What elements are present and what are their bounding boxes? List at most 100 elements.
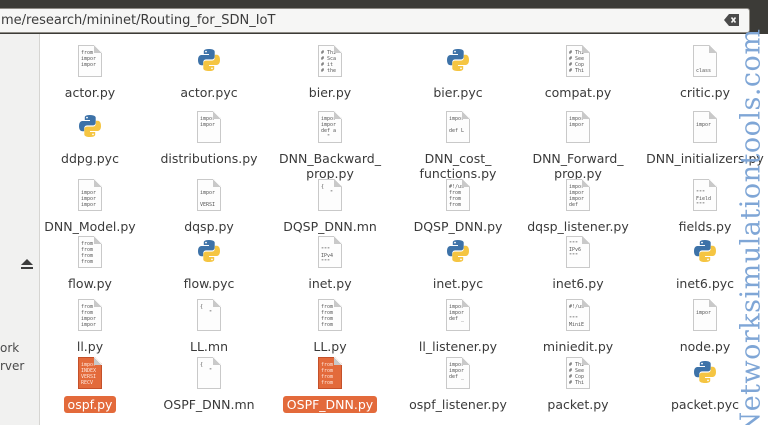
file-name-label: DNN_Model.py (44, 219, 136, 234)
file-item[interactable]: impor impor def a " DNN_Backward_ prop.py (270, 108, 390, 181)
text-file-icon: # Thi # See # Cop # Thi (563, 354, 593, 394)
file-name-label: inet.pyc (432, 276, 484, 291)
file-item[interactable]: from from from from LL.py (270, 296, 390, 354)
file-preview-text: impor impor def _ (449, 304, 465, 322)
file-name-label: DQSP_DNN.py (413, 219, 503, 234)
file-preview-text: # Thi # See # Cop # Thi (569, 50, 585, 74)
file-item[interactable]: flow.pyc (149, 233, 269, 291)
file-item[interactable]: { " DQSP_DNN.mn (270, 176, 390, 234)
file-name-label: inet.py (308, 276, 352, 291)
watermark: Networksimulationtools.com (735, 28, 767, 425)
file-item[interactable]: """ IPv6 """ inet6.py (518, 233, 638, 291)
text-file-icon: #!/us """ MiniE (563, 296, 593, 336)
file-name-label: compat.py (544, 85, 612, 100)
file-item[interactable]: """ IPv4 """ inet.py (270, 233, 390, 291)
file-item[interactable]: from from from from flow.py (41, 233, 150, 291)
file-name-label: flow.py (68, 276, 112, 291)
file-name-label: actor.py (64, 85, 116, 100)
text-file-icon: from from from from (75, 233, 105, 273)
text-file-icon: { " (194, 296, 224, 336)
file-item[interactable]: bier.pyc (398, 42, 518, 100)
file-name-label: ospf_listener.py (409, 397, 507, 412)
file-item[interactable]: # Thi # See # Cop # Thi compat.py (518, 42, 638, 100)
python-logo-icon (690, 233, 720, 273)
python-logo-icon (194, 42, 224, 82)
python-logo-icon (443, 233, 473, 273)
file-item[interactable]: from impor impor actor.py (41, 42, 150, 100)
file-preview-text: """ Field """ (696, 190, 712, 208)
text-file-icon: { " (194, 354, 224, 394)
text-file-icon: from from impor impor (75, 296, 105, 336)
file-preview-text: # Thi # Sca # it # the (321, 50, 337, 74)
file-name-label: packet.py (547, 397, 609, 412)
file-item[interactable]: from from impor impor ll.py (41, 296, 150, 354)
text-file-icon: class (690, 42, 720, 82)
file-item[interactable]: #!/us from from from DQSP_DNN.py (398, 176, 518, 234)
location-bar: me/research/mininet/Routing_for_SDN_IoT (0, 6, 768, 34)
file-name-label: DQSP_DNN.mn (283, 219, 377, 234)
file-name-label: distributions.py (160, 151, 258, 166)
file-preview-text: from from from from (81, 241, 94, 265)
file-preview-text: from from from from (321, 304, 334, 328)
file-item[interactable]: impor INDEX VERSI RECV ospf.py (41, 354, 150, 413)
file-preview-text: impor impor impor (81, 190, 97, 208)
file-preview-text: from impor impor (81, 50, 97, 68)
file-name-label: dqsp_listener.py (527, 219, 629, 234)
file-item[interactable]: from from from from OSPF_DNN.py (270, 354, 390, 413)
file-item[interactable]: impor impor def _ ll_listener.py (398, 296, 518, 354)
file-item[interactable]: impor impor distributions.py (149, 108, 269, 166)
sidebar-item-network[interactable]: ork (0, 341, 19, 355)
file-name-label: bier.pyc (433, 85, 483, 100)
file-preview-text: """ IPv4 """ (321, 247, 334, 265)
eject-icon[interactable] (20, 258, 34, 270)
file-item[interactable]: impor def L DNN_cost_ functions.py (398, 108, 518, 181)
file-item[interactable]: actor.pyc (149, 42, 269, 100)
file-item[interactable]: #!/us """ MiniE miniedit.py (518, 296, 638, 354)
file-preview-text: { " (200, 362, 213, 374)
file-item[interactable]: { " LL.mn (149, 296, 269, 354)
file-preview-text: impor VERSI (200, 190, 216, 208)
file-item[interactable]: # Thi # See # Cop # Thi packet.py (518, 354, 638, 412)
file-name-label: inet6.py (552, 276, 604, 291)
backspace-clear-icon[interactable] (724, 13, 740, 27)
file-name-label: ddpg.pyc (61, 151, 119, 166)
file-preview-text: { " (200, 304, 213, 316)
file-preview-text: # Thi # See # Cop # Thi (569, 362, 585, 386)
text-file-icon: from from from from (315, 296, 345, 336)
file-preview-text: impor impor impor def (569, 184, 585, 208)
file-preview-text: impor (696, 122, 712, 128)
file-name-label: miniedit.py (542, 339, 614, 354)
location-input[interactable]: me/research/mininet/Routing_for_SDN_IoT (0, 8, 750, 33)
file-item[interactable]: # Thi # Sca # it # the bier.py (270, 42, 390, 100)
file-name-label: ospf.py (41, 396, 150, 413)
text-file-icon: # Thi # See # Cop # Thi (563, 42, 593, 82)
file-item[interactable]: ddpg.pyc (41, 108, 150, 166)
file-item[interactable]: { " OSPF_DNN.mn (149, 354, 269, 412)
python-logo-icon (443, 42, 473, 82)
text-file-icon: impor impor def a " (315, 108, 345, 148)
file-item[interactable]: impor impor def _ ospf_listener.py (398, 354, 518, 412)
file-name-label: actor.pyc (180, 85, 238, 100)
python-logo-icon (194, 233, 224, 273)
file-item[interactable]: impor VERSI dqsp.py (149, 176, 269, 234)
file-name-label: bier.py (308, 85, 352, 100)
sidebar-item-server[interactable]: rver (0, 359, 24, 373)
file-preview-text: """ IPv6 """ (569, 241, 582, 259)
text-file-icon: impor impor def _ (443, 354, 473, 394)
file-preview-text: from from impor impor (81, 304, 97, 328)
places-sidebar: ork rver (0, 34, 40, 425)
file-name-label: ll.py (76, 339, 104, 354)
file-name-label: OSPF_DNN.py (270, 396, 390, 413)
file-preview-text: impor impor (569, 116, 585, 128)
file-item[interactable]: inet.pyc (398, 233, 518, 291)
text-file-icon: impor impor impor def (563, 176, 593, 216)
file-item[interactable]: impor impor impor def dqsp_listener.py (518, 176, 638, 234)
file-item[interactable]: impor impor impor DNN_Model.py (41, 176, 150, 234)
file-name-label: flow.pyc (183, 276, 235, 291)
text-file-icon: impor VERSI (194, 176, 224, 216)
file-preview-text: impor INDEX VERSI RECV (81, 362, 97, 386)
file-item[interactable]: impor impor DNN_Forward_ prop.py (518, 108, 638, 181)
file-preview-text: impor impor def _ (449, 362, 465, 380)
file-preview-text: impor impor (200, 116, 216, 128)
python-logo-icon (690, 354, 720, 394)
